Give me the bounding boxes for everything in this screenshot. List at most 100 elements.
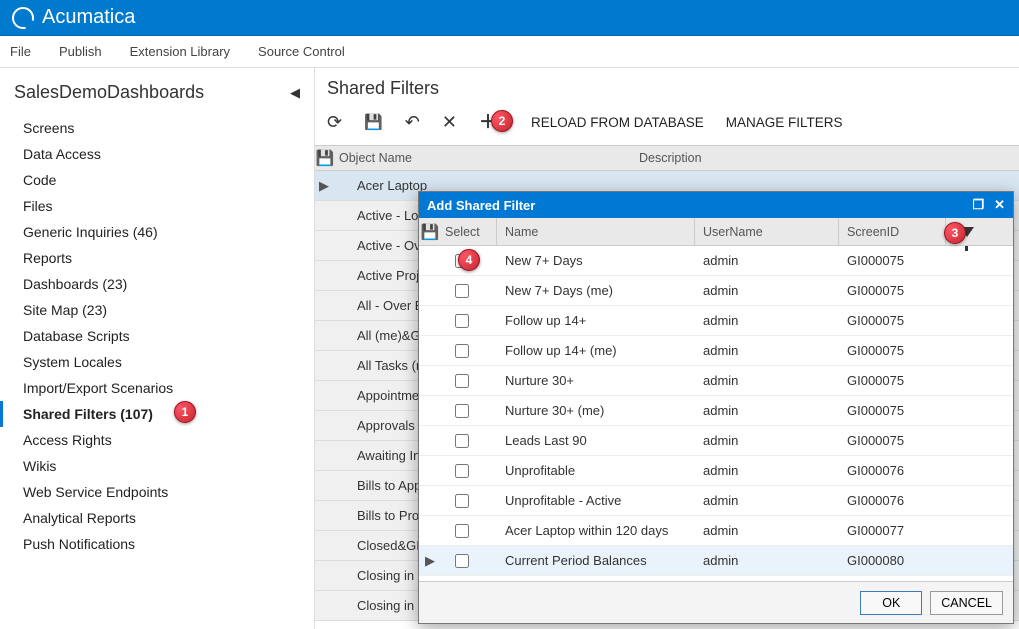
cell-screenid: GI000075 — [839, 403, 945, 418]
cell-username: admin — [695, 403, 839, 418]
row-select-checkbox[interactable] — [455, 344, 469, 358]
sidebar-item[interactable]: Reports — [0, 245, 314, 271]
cell-username: admin — [695, 313, 839, 328]
cell-name: Unprofitable — [497, 463, 695, 478]
manage-filters-button[interactable]: MANAGE FILTERS — [726, 115, 843, 130]
refresh-icon[interactable]: ⟳ — [327, 113, 342, 131]
sidebar-item[interactable]: Files — [0, 193, 314, 219]
sidebar-title: SalesDemoDashboards — [14, 82, 204, 103]
sidebar-item[interactable]: Import/Export Scenarios — [0, 375, 314, 401]
callout-badge-1: 1 — [174, 401, 196, 423]
dialog-row[interactable]: Leads Last 90adminGI000075 — [419, 426, 1013, 456]
dialog-row[interactable]: New 7+ DaysadminGI000075 — [419, 246, 1013, 276]
dialog-row[interactable]: Unprofitable - ActiveadminGI000076 — [419, 486, 1013, 516]
sidebar-item[interactable]: Shared Filters (107) — [0, 401, 314, 427]
cell-name: Follow up 14+ (me) — [497, 343, 695, 358]
menu-extension-library[interactable]: Extension Library — [130, 44, 230, 59]
cell-screenid: GI000075 — [839, 253, 945, 268]
cell-screenid: GI000075 — [839, 343, 945, 358]
sidebar-item[interactable]: Site Map (23) — [0, 297, 314, 323]
cell-name: Unprofitable - Active — [497, 493, 695, 508]
save-column-icon[interactable]: 💾 — [315, 149, 335, 167]
column-object-name[interactable]: Object Name — [335, 151, 635, 165]
menu-bar: File Publish Extension Library Source Co… — [0, 36, 1019, 68]
brand-name: Acumatica — [42, 6, 135, 29]
row-select-checkbox[interactable] — [455, 284, 469, 298]
dialog-maximize-icon[interactable]: ❐ — [972, 197, 984, 213]
menu-file[interactable]: File — [10, 44, 31, 59]
dialog-grid-header: 💾 Select Name UserName ScreenID — [419, 218, 1013, 246]
delete-icon[interactable]: ✕ — [442, 113, 457, 131]
dialog-col-username[interactable]: UserName — [695, 218, 839, 245]
undo-icon[interactable]: ↶ — [405, 113, 420, 131]
sidebar-item[interactable]: Web Service Endpoints — [0, 479, 314, 505]
dialog-save-column-icon[interactable]: 💾 — [419, 223, 441, 241]
page-title: Shared Filters — [315, 68, 1019, 105]
dialog-row[interactable]: Follow up 14+adminGI000075 — [419, 306, 1013, 336]
dialog-row[interactable]: UnprofitableadminGI000076 — [419, 456, 1013, 486]
cell-username: admin — [695, 283, 839, 298]
row-select-checkbox[interactable] — [455, 464, 469, 478]
cell-username: admin — [695, 253, 839, 268]
sidebar-item[interactable]: Data Access — [0, 141, 314, 167]
row-select-checkbox[interactable] — [455, 434, 469, 448]
cell-name: Current Period Balances — [497, 553, 695, 568]
cell-screenid: GI000075 — [839, 373, 945, 388]
collapse-sidebar-icon[interactable]: ◀ — [290, 85, 300, 101]
sidebar-item[interactable]: Push Notifications — [0, 531, 314, 557]
menu-publish[interactable]: Publish — [59, 44, 102, 59]
dialog-close-icon[interactable]: ✕ — [994, 197, 1005, 213]
row-select-checkbox[interactable] — [455, 494, 469, 508]
row-select-checkbox[interactable] — [455, 554, 469, 568]
cell-username: admin — [695, 373, 839, 388]
dialog-row[interactable]: ▶Current Period BalancesadminGI000080 — [419, 546, 1013, 576]
dialog-col-select[interactable]: Select — [441, 218, 497, 245]
add-shared-filter-dialog: Add Shared Filter ❐ ✕ 💾 Select Name User… — [418, 191, 1014, 624]
cell-username: admin — [695, 493, 839, 508]
sidebar-item[interactable]: Dashboards (23) — [0, 271, 314, 297]
save-icon[interactable]: 💾 — [364, 115, 383, 130]
sidebar: SalesDemoDashboards ◀ ScreensData Access… — [0, 68, 315, 629]
dialog-row[interactable]: Nurture 30+adminGI000075 — [419, 366, 1013, 396]
callout-badge-4: 4 — [458, 249, 480, 271]
column-description[interactable]: Description — [635, 151, 1019, 165]
cell-name: Nurture 30+ (me) — [497, 403, 695, 418]
dialog-row[interactable]: New 7+ Days (me)adminGI000075 — [419, 276, 1013, 306]
sidebar-item[interactable]: Wikis — [0, 453, 314, 479]
sidebar-item[interactable]: Generic Inquiries (46) — [0, 219, 314, 245]
cell-name: Acer Laptop within 120 days — [497, 523, 695, 538]
dialog-col-name[interactable]: Name — [497, 218, 695, 245]
brand-logo-icon — [12, 7, 34, 29]
cell-screenid: GI000080 — [839, 553, 945, 568]
cell-name: Nurture 30+ — [497, 373, 695, 388]
dialog-col-screenid[interactable]: ScreenID — [839, 218, 945, 245]
sidebar-item[interactable]: Analytical Reports — [0, 505, 314, 531]
cell-name: New 7+ Days — [497, 253, 695, 268]
dialog-row[interactable]: Nurture 30+ (me)adminGI000075 — [419, 396, 1013, 426]
cell-username: admin — [695, 463, 839, 478]
cell-username: admin — [695, 343, 839, 358]
row-select-checkbox[interactable] — [455, 404, 469, 418]
dialog-row[interactable]: Follow up 14+ (me)adminGI000075 — [419, 336, 1013, 366]
sidebar-item[interactable]: Database Scripts — [0, 323, 314, 349]
cell-username: admin — [695, 433, 839, 448]
sidebar-item[interactable]: Access Rights — [0, 427, 314, 453]
row-select-checkbox[interactable] — [455, 374, 469, 388]
cell-screenid: GI000077 — [839, 523, 945, 538]
sidebar-item[interactable]: Screens — [0, 115, 314, 141]
cancel-button[interactable]: CANCEL — [930, 591, 1003, 615]
menu-source-control[interactable]: Source Control — [258, 44, 345, 59]
dialog-row[interactable]: Acer Laptop within 120 daysadminGI000077 — [419, 516, 1013, 546]
cell-name: New 7+ Days (me) — [497, 283, 695, 298]
row-select-checkbox[interactable] — [455, 314, 469, 328]
cell-screenid: GI000075 — [839, 313, 945, 328]
ok-button[interactable]: OK — [860, 591, 922, 615]
sidebar-item[interactable]: Code — [0, 167, 314, 193]
brand-bar: Acumatica — [0, 0, 1019, 36]
cell-username: admin — [695, 523, 839, 538]
row-select-checkbox[interactable] — [455, 524, 469, 538]
cell-screenid: GI000076 — [839, 463, 945, 478]
reload-from-database-button[interactable]: RELOAD FROM DATABASE — [531, 115, 704, 130]
cell-screenid: GI000075 — [839, 433, 945, 448]
sidebar-item[interactable]: System Locales — [0, 349, 314, 375]
